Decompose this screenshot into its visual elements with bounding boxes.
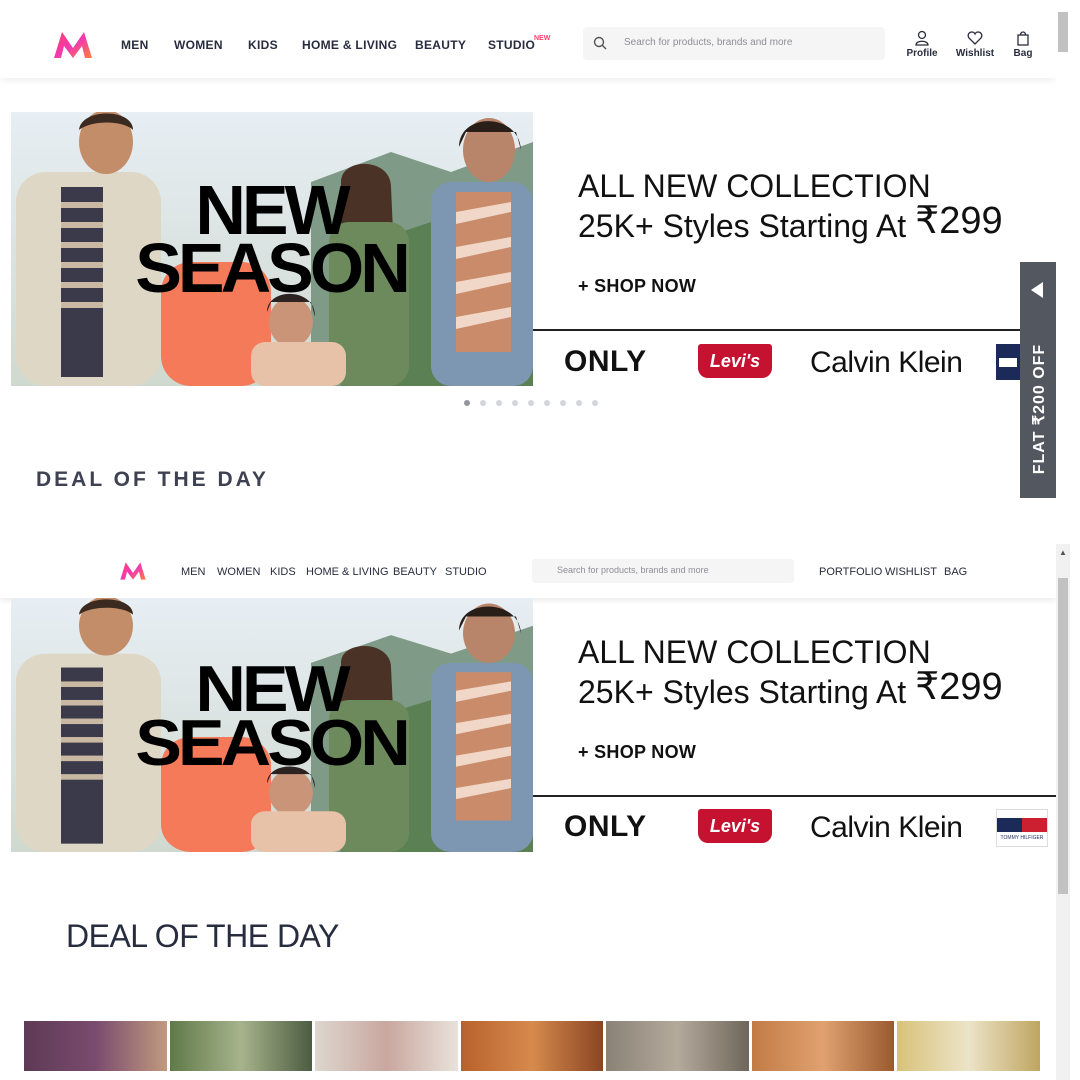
collapse-arrow-icon[interactable] (1031, 282, 1043, 298)
search-placeholder: Search for products, brands and more (624, 37, 793, 48)
brand-levis[interactable]: Levi's (698, 344, 772, 378)
profile-label: Profile (906, 48, 938, 59)
search-input[interactable]: Search for products, brands and more (532, 559, 794, 583)
carousel-dot[interactable] (544, 400, 550, 406)
banner-divider (533, 795, 1056, 797)
search-placeholder: Search for products, brands and more (557, 565, 709, 575)
search-icon (593, 36, 607, 50)
banner-subtitle: 25K+ Styles Starting At (578, 674, 916, 710)
carousel-dot[interactable] (528, 400, 534, 406)
deal-thumbnails (24, 1021, 1041, 1071)
brand-tommy-hilfiger[interactable]: TOMMY HILFIGER (996, 809, 1048, 847)
nav-beauty[interactable]: BEAUTY (393, 566, 437, 578)
banner-image-recreated[interactable]: NEW SEASON (11, 598, 533, 852)
banner-headline-2: SEASON (135, 229, 407, 307)
brand-levis[interactable]: Levi's (698, 809, 772, 843)
carousel-dot[interactable] (592, 400, 598, 406)
carousel-dot[interactable] (480, 400, 486, 406)
bag-link[interactable]: BAG (944, 566, 967, 578)
deal-thumbnail[interactable] (897, 1021, 1041, 1071)
flat-offer-label: FLAT ₹200 OFF (1031, 343, 1048, 475)
banner-title-line1: ALL NEW COLLECTION (578, 634, 931, 670)
carousel-dots (464, 400, 598, 406)
deal-of-the-day-heading: DEAL OF THE DAY (66, 918, 339, 954)
wishlist-link[interactable]: WISHLIST (885, 566, 937, 578)
scrollbar-top[interactable] (1056, 0, 1070, 540)
deal-thumbnail[interactable] (315, 1021, 458, 1071)
nav-beauty[interactable]: BEAUTY (415, 38, 466, 52)
nav-kids[interactable]: KIDS (270, 566, 296, 578)
nav-men[interactable]: MEN (181, 566, 205, 578)
wishlist-button[interactable]: Wishlist (954, 30, 996, 59)
carousel-dot[interactable] (496, 400, 502, 406)
deal-thumbnail[interactable] (751, 1021, 895, 1071)
nav-kids[interactable]: KIDS (248, 38, 278, 52)
nav-women[interactable]: WOMEN (174, 38, 223, 52)
flat-offer-tab[interactable]: FLAT ₹200 OFF (1020, 262, 1056, 498)
brand-calvin-klein[interactable]: Calvin Klein (810, 811, 963, 845)
myntra-logo[interactable] (52, 30, 94, 60)
bag-label: Bag (1013, 48, 1033, 59)
banner-title-line2: 25K+ Styles Starting At ₹299 (578, 201, 1003, 246)
deal-thumbnail[interactable] (606, 1021, 749, 1071)
banner-image[interactable]: NEW SEASON (11, 112, 533, 386)
deal-thumbnail[interactable] (24, 1021, 167, 1071)
profile-button[interactable]: Profile (904, 30, 940, 59)
bag-button[interactable]: Bag (1008, 30, 1038, 59)
banner-headline-2: SEASON (135, 707, 407, 779)
deal-of-the-day-heading: DEAL OF THE DAY (36, 468, 269, 491)
banner-title-line1: ALL NEW COLLECTION (578, 168, 931, 204)
banner-price: ₹299 (915, 666, 1003, 708)
shop-now-link[interactable]: + SHOP NOW (578, 742, 696, 763)
tommy-hilfiger-wordmark: TOMMY HILFIGER (1000, 835, 1044, 841)
brand-only[interactable]: ONLY (564, 810, 647, 844)
studio-new-badge: NEW (534, 35, 551, 42)
carousel-dot[interactable] (560, 400, 566, 406)
banner-divider (533, 329, 1020, 331)
brand-calvin-klein[interactable]: Calvin Klein (810, 346, 963, 380)
brand-only[interactable]: ONLY (564, 345, 647, 379)
carousel-dot[interactable] (512, 400, 518, 406)
carousel-dot[interactable] (464, 400, 470, 406)
nav-studio[interactable]: STUDIO (445, 566, 487, 578)
wishlist-label: Wishlist (955, 48, 995, 59)
nav-women[interactable]: WOMEN (217, 566, 260, 578)
shop-now-link[interactable]: + SHOP NOW (578, 276, 696, 297)
scrollbar-thumb-bottom[interactable] (1058, 578, 1068, 894)
nav-men[interactable]: MEN (121, 38, 149, 52)
bag-icon (1017, 31, 1029, 46)
brand-tommy-hilfiger[interactable] (996, 344, 1020, 380)
banner-title-line2: 25K+ Styles Starting At ₹299 (578, 667, 1003, 712)
nav-home-living[interactable]: HOME & LIVING (302, 38, 397, 52)
nav-studio[interactable]: STUDIO (488, 38, 535, 52)
banner-price: ₹299 (915, 200, 1003, 242)
nav-home-living[interactable]: HOME & LIVING (306, 566, 389, 578)
myntra-logo-small[interactable] (117, 561, 149, 581)
deal-thumbnail[interactable] (460, 1021, 604, 1071)
carousel-dot[interactable] (576, 400, 582, 406)
user-icon (915, 30, 929, 46)
deal-thumbnail[interactable] (169, 1021, 313, 1071)
portfolio-link[interactable]: PORTFOLIO (819, 566, 882, 578)
banner-subtitle: 25K+ Styles Starting At (578, 208, 916, 244)
heart-icon (967, 31, 983, 45)
search-bar[interactable]: Search for products, brands and more (583, 27, 885, 60)
scroll-up-arrow-icon[interactable]: ▲ (1059, 548, 1067, 557)
scrollbar-thumb-top[interactable] (1058, 12, 1068, 52)
